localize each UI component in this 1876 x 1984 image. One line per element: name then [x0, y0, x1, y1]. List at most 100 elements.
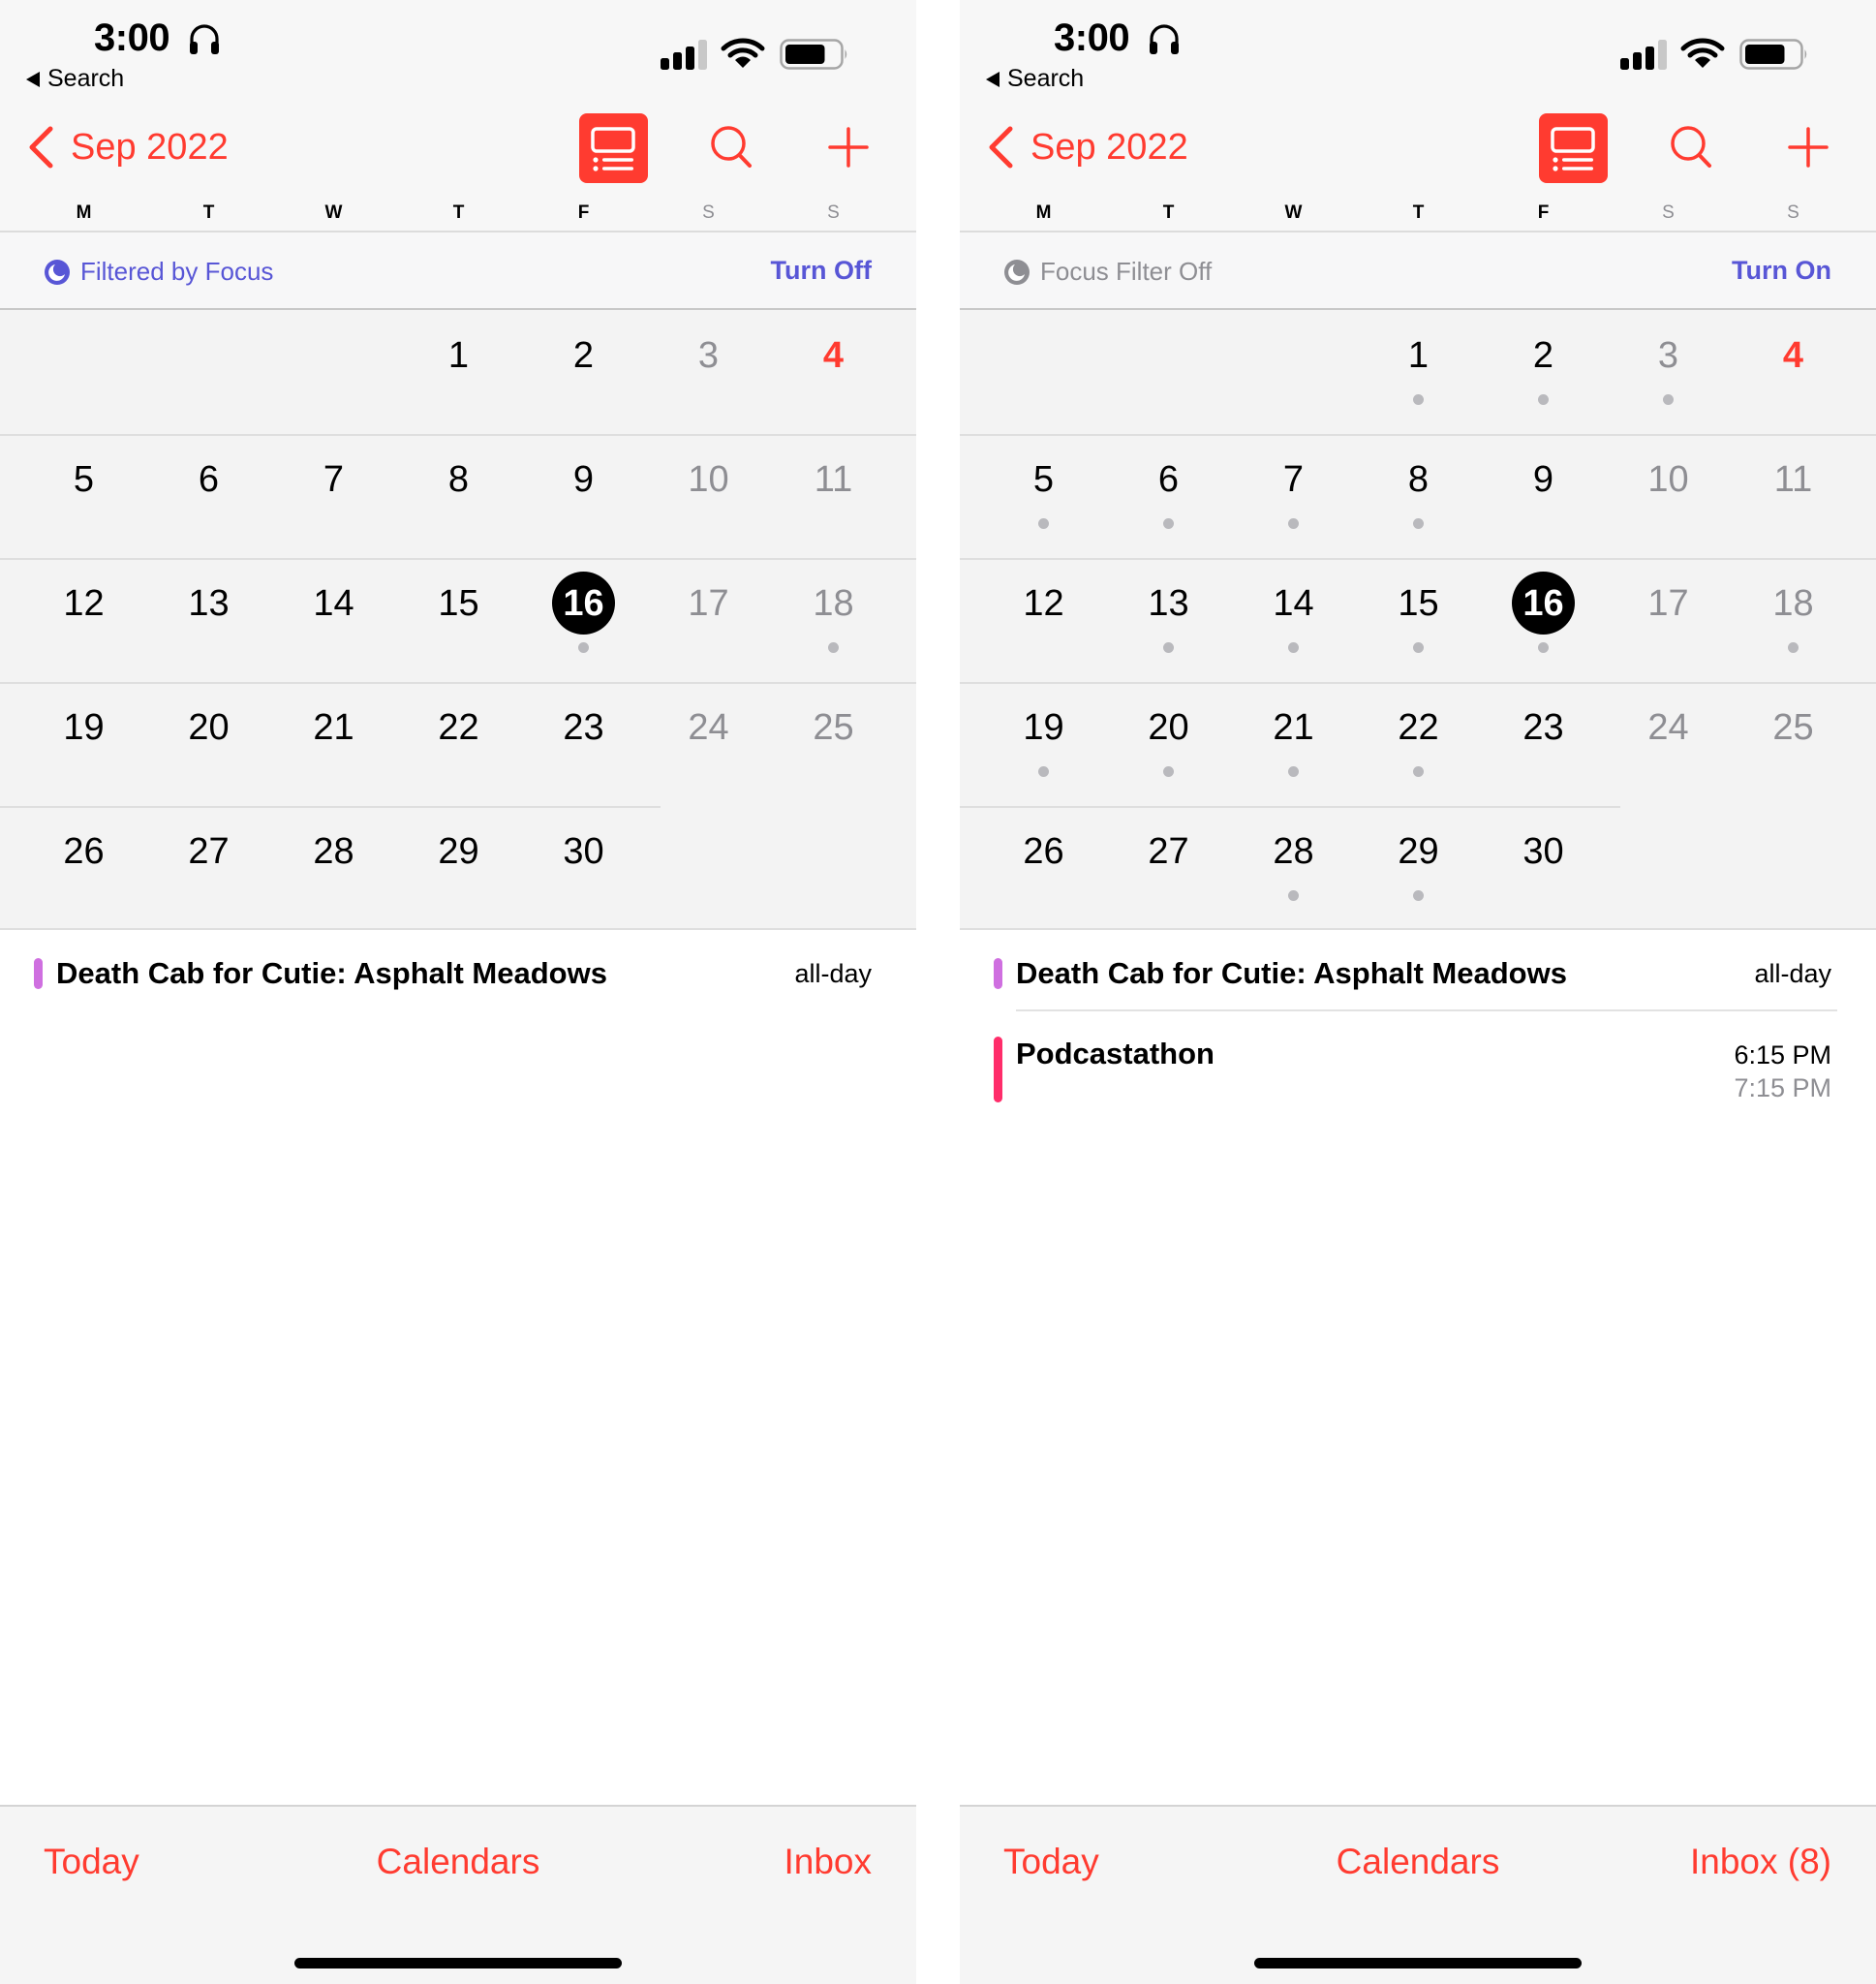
event-row[interactable]: Death Cab for Cutie: Asphalt Meadows all-…	[960, 930, 1876, 1009]
day-cell[interactable]: 15	[396, 558, 521, 682]
focus-filter-toggle-button[interactable]: Turn On	[1732, 256, 1831, 286]
back-to-search-link[interactable]: Search	[26, 65, 124, 93]
day-cell[interactable]: 7	[271, 434, 396, 558]
day-cell[interactable]: 13	[146, 558, 271, 682]
event-list: Death Cab for Cutie: Asphalt Meadows all-…	[0, 930, 916, 1805]
weekday-label: T	[1162, 202, 1175, 223]
day-cell[interactable]: 23	[1481, 682, 1606, 806]
day-cell-today[interactable]: 16	[521, 558, 646, 682]
day-cell[interactable]: 21	[271, 682, 396, 806]
day-cell[interactable]: 24	[646, 682, 771, 806]
day-cell[interactable]: 6	[1106, 434, 1231, 558]
tab-calendars[interactable]: Calendars	[1337, 1842, 1500, 1881]
day-cell[interactable]: 6	[146, 434, 271, 558]
day-cell[interactable]: 19	[981, 682, 1106, 806]
day-cell[interactable]: 12	[981, 558, 1106, 682]
day-cell[interactable]: 10	[1606, 434, 1731, 558]
home-indicator[interactable]	[1254, 1958, 1582, 1968]
day-cell[interactable]: 3	[1606, 310, 1731, 434]
chevron-left-icon[interactable]	[985, 125, 1016, 170]
battery-icon	[780, 39, 847, 70]
day-cell[interactable]: 8	[1356, 434, 1481, 558]
focus-filter-toggle-button[interactable]: Turn Off	[771, 256, 872, 286]
day-cell[interactable]: 7	[1231, 434, 1356, 558]
day-cell[interactable]: 11	[1731, 434, 1856, 558]
day-cell[interactable]: 4	[1731, 310, 1856, 434]
day-number: 16	[563, 583, 604, 624]
day-cell[interactable]: 21	[1231, 682, 1356, 806]
event-indicator-dot	[1538, 642, 1549, 653]
day-cell-today[interactable]: 16	[1481, 558, 1606, 682]
day-cell[interactable]: 10	[646, 434, 771, 558]
day-cell[interactable]: 28	[1231, 806, 1356, 930]
signal-bar	[1658, 40, 1667, 70]
day-cell[interactable]: 30	[1481, 806, 1606, 930]
plus-icon[interactable]	[824, 123, 873, 171]
day-cell[interactable]: 28	[271, 806, 396, 930]
tab-inbox[interactable]: Inbox (8)	[1690, 1842, 1831, 1882]
day-cell[interactable]: 29	[396, 806, 521, 930]
chevron-left-icon[interactable]	[25, 125, 56, 170]
day-cell[interactable]: 5	[981, 434, 1106, 558]
day-cell[interactable]: 22	[396, 682, 521, 806]
day-cell[interactable]: 12	[21, 558, 146, 682]
day-cell[interactable]: 20	[146, 682, 271, 806]
day-cell[interactable]: 30	[521, 806, 646, 930]
month-title-button[interactable]: Sep 2022	[71, 127, 229, 169]
day-cell[interactable]: 17	[1606, 558, 1731, 682]
day-cell[interactable]: 4	[771, 310, 896, 434]
month-title-button[interactable]: Sep 2022	[1030, 127, 1188, 169]
day-cell[interactable]: 3	[646, 310, 771, 434]
day-cell[interactable]: 17	[646, 558, 771, 682]
day-cell[interactable]: 26	[981, 806, 1106, 930]
search-icon[interactable]	[1665, 121, 1719, 175]
day-cell[interactable]: 18	[771, 558, 896, 682]
tab-today[interactable]: Today	[44, 1842, 139, 1882]
day-cell[interactable]: 18	[1731, 558, 1856, 682]
day-cell[interactable]: 27	[1106, 806, 1231, 930]
cellular-signal-icon	[661, 40, 707, 70]
day-cell[interactable]: 11	[771, 434, 896, 558]
day-number: 30	[1522, 831, 1564, 872]
day-cell[interactable]: 24	[1606, 682, 1731, 806]
search-icon[interactable]	[705, 121, 759, 175]
home-indicator[interactable]	[294, 1958, 622, 1968]
day-cell[interactable]: 27	[146, 806, 271, 930]
tab-inbox[interactable]: Inbox	[784, 1842, 872, 1882]
day-cell[interactable]: 14	[1231, 558, 1356, 682]
day-cell[interactable]: 9	[521, 434, 646, 558]
day-number: 11	[814, 459, 853, 500]
day-cell[interactable]: 5	[21, 434, 146, 558]
event-row[interactable]: Podcastathon 6:15 PM 7:15 PM	[960, 1009, 1876, 1116]
event-row[interactable]: Death Cab for Cutie: Asphalt Meadows all-…	[0, 930, 916, 1009]
signal-bar	[686, 46, 694, 70]
list-view-toggle-button[interactable]	[579, 113, 648, 183]
day-cell[interactable]: 2	[521, 310, 646, 434]
day-cell[interactable]: 15	[1356, 558, 1481, 682]
tab-today[interactable]: Today	[1003, 1842, 1099, 1882]
back-to-search-link[interactable]: Search	[986, 65, 1084, 93]
day-number: 15	[1398, 583, 1439, 624]
day-cell[interactable]: 25	[771, 682, 896, 806]
list-view-toggle-button[interactable]	[1539, 113, 1608, 183]
day-cell[interactable]: 23	[521, 682, 646, 806]
day-cell[interactable]: 22	[1356, 682, 1481, 806]
day-cell[interactable]: 14	[271, 558, 396, 682]
week-row: 26 27 28 29 30	[960, 806, 1876, 930]
day-cell[interactable]: 2	[1481, 310, 1606, 434]
day-cell[interactable]: 20	[1106, 682, 1231, 806]
day-cell[interactable]: 13	[1106, 558, 1231, 682]
day-number: 29	[1398, 831, 1439, 872]
plus-icon[interactable]	[1784, 123, 1832, 171]
tab-calendars[interactable]: Calendars	[377, 1842, 540, 1881]
day-cell[interactable]: 8	[396, 434, 521, 558]
day-cell[interactable]: 1	[396, 310, 521, 434]
day-cell[interactable]: 25	[1731, 682, 1856, 806]
event-indicator-dot	[1413, 890, 1424, 901]
signal-bar	[1645, 46, 1654, 70]
day-cell[interactable]: 29	[1356, 806, 1481, 930]
day-cell[interactable]: 19	[21, 682, 146, 806]
day-cell[interactable]: 9	[1481, 434, 1606, 558]
day-cell[interactable]: 26	[21, 806, 146, 930]
day-cell[interactable]: 1	[1356, 310, 1481, 434]
